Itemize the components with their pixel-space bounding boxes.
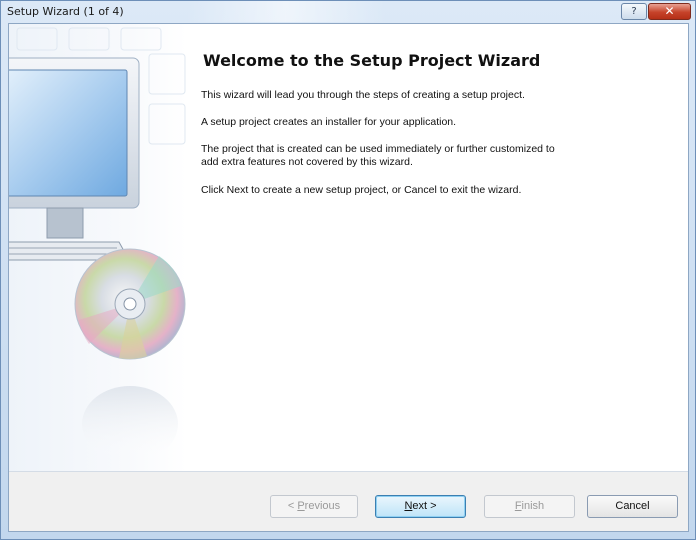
cancel-button[interactable]: Cancel: [587, 495, 678, 518]
page-heading: Welcome to the Setup Project Wizard: [203, 51, 541, 70]
finish-button-accel: F: [514, 500, 522, 512]
previous-button-rest: revious: [304, 500, 341, 512]
cd-reflection: [82, 386, 178, 462]
monitor-screen: [9, 69, 128, 197]
next-button-rest: ext >: [412, 500, 437, 512]
setup-wizard-window: Setup Wizard (1 of 4) ? ✕ Welcome to the…: [0, 0, 696, 540]
customize-paragraph-line-1: The project that is created can be used …: [201, 143, 555, 155]
finish-button[interactable]: Finish: [484, 495, 575, 518]
monitor-stand: [46, 207, 84, 239]
side-illustration-panel: [9, 24, 187, 471]
title-bar[interactable]: Setup Wizard (1 of 4) ? ✕: [1, 1, 695, 23]
finish-button-rest: inish: [521, 500, 545, 512]
help-icon: ?: [631, 6, 637, 17]
title-bar-watermark: [186, 1, 386, 22]
wizard-client-area: Welcome to the Setup Project Wizard This…: [8, 23, 689, 532]
intro-paragraph: This wizard will lead you through the st…: [201, 89, 525, 101]
wizard-button-bar: < Previous Next > Finish Cancel: [9, 471, 688, 531]
cd-center-hole: [123, 297, 137, 311]
previous-button[interactable]: < Previous: [270, 495, 358, 518]
close-button[interactable]: ✕: [648, 3, 691, 20]
next-button[interactable]: Next >: [375, 495, 466, 518]
next-cancel-instruction: Click Next to create a new setup project…: [201, 184, 522, 196]
window-title: Setup Wizard (1 of 4): [7, 5, 124, 18]
setup-project-description: A setup project creates an installer for…: [201, 116, 457, 128]
previous-button-prefix: <: [287, 500, 298, 512]
close-icon: ✕: [664, 4, 675, 18]
previous-button-accel: P: [297, 500, 305, 512]
computer-and-cd-illustration: [9, 27, 186, 462]
customize-paragraph-line-2: add extra features not covered by this w…: [201, 156, 413, 168]
help-button[interactable]: ?: [621, 3, 647, 20]
